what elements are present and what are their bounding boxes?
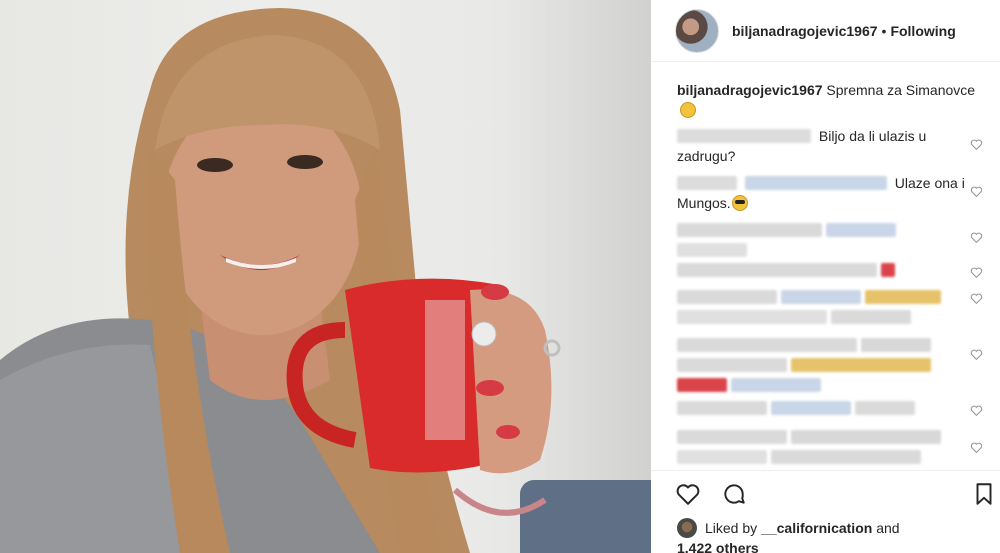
blurred-username	[677, 176, 737, 190]
small-heart-icon[interactable]	[970, 138, 983, 151]
post-photo[interactable]	[0, 0, 651, 553]
action-bar	[651, 470, 1000, 514]
post-header: biljanadragojevic1967 • Following	[651, 0, 1000, 62]
small-heart-icon[interactable]	[970, 404, 983, 417]
blurred-username	[677, 129, 811, 143]
small-heart-icon[interactable]	[970, 441, 983, 454]
avatar[interactable]	[675, 8, 719, 53]
post-caption: biljanadragojevic1967 Spremna za Simanov…	[677, 80, 977, 120]
liker-avatar[interactable]	[677, 518, 697, 538]
likes-summary: Liked by __californication and 1,422 oth…	[677, 518, 977, 553]
small-heart-icon[interactable]	[970, 348, 983, 361]
bookmark-icon[interactable]	[971, 481, 997, 507]
blurred-comment-row	[677, 398, 967, 418]
liker-username[interactable]: __californication	[761, 520, 872, 536]
header-username[interactable]: biljanadragojevic1967	[732, 23, 878, 39]
comment-row: Biljo da li ulazis u zadrugu?	[677, 126, 967, 166]
likes-prefix: Liked by	[705, 520, 758, 536]
blurred-comment-row	[677, 287, 967, 327]
small-heart-icon[interactable]	[970, 266, 983, 279]
small-heart-icon[interactable]	[970, 231, 983, 244]
small-heart-icon[interactable]	[970, 185, 983, 198]
caption-text: Spremna za Simanovce	[826, 82, 976, 98]
selfie-illustration	[0, 8, 561, 553]
heart-icon[interactable]	[675, 481, 701, 507]
comment-row: Ulaze ona i Mungos.	[677, 173, 967, 213]
blurred-comment-row	[677, 335, 967, 395]
blurred-comment-row	[677, 220, 967, 260]
smile-emoji-icon	[680, 102, 696, 118]
likes-others-count[interactable]: 1,422 others	[677, 540, 759, 553]
caption-username[interactable]: biljanadragojevic1967	[677, 82, 823, 98]
small-heart-icon[interactable]	[970, 292, 983, 305]
comment-icon[interactable]	[721, 481, 747, 507]
follow-status-button[interactable]: Following	[890, 23, 955, 39]
likes-suffix: and	[876, 520, 900, 536]
blurred-mention	[744, 176, 887, 190]
sunglasses-emoji-icon	[731, 195, 748, 211]
header-separator: •	[881, 22, 887, 39]
post-sidebar: biljanadragojevic1967 • Following biljan…	[651, 0, 1000, 553]
blurred-comment-row	[677, 260, 967, 280]
blurred-comment-row	[677, 427, 967, 467]
